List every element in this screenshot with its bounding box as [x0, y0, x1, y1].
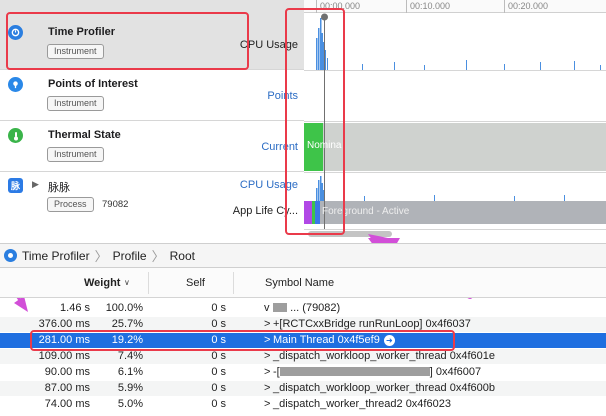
instrument-badge: Instrument: [47, 147, 104, 162]
table-row[interactable]: 1.46 s 100.0% 0 s v ... (79082): [0, 301, 606, 316]
points-of-interest-icon: [8, 77, 23, 92]
weight-ms: 376.00 ms: [38, 318, 90, 330]
weight-ms: 281.00 ms: [38, 334, 90, 346]
instrument-badge: Instrument: [47, 96, 104, 111]
weight-ms: 74.00 ms: [44, 398, 90, 410]
disclosure-icon[interactable]: >: [264, 365, 273, 380]
self-time: 0 s: [211, 350, 226, 362]
symbol-name: +[RCTCxxBridge runRunLoop] 0x4f6037: [273, 318, 471, 330]
weight-percent: 6.1%: [117, 366, 143, 378]
table-row[interactable]: 87.00 ms 5.9% 0 s > _dispatch_workloop_wo…: [0, 381, 606, 396]
symbol-name: _dispatch_worker_thread2 0x4f6023: [273, 398, 451, 410]
sort-descending-icon: ∨: [124, 278, 130, 287]
symbol-name: _dispatch_workloop_worker_thread 0x4f600…: [273, 382, 495, 394]
weight-percent: 25.7%: [111, 318, 143, 330]
track-graphs: [304, 13, 606, 240]
weight-ms: 87.00 ms: [44, 382, 90, 394]
breadcrumb-item[interactable]: Root: [170, 249, 195, 263]
disclosure-icon[interactable]: >: [264, 317, 273, 332]
table-row[interactable]: 109.00 ms 7.4% 0 s > _dispatch_workloop_w…: [0, 349, 606, 364]
weight-ms: 109.00 ms: [38, 350, 90, 362]
lane-title: Time Profiler: [48, 26, 116, 38]
disclosure-icon[interactable]: v: [264, 301, 273, 316]
symbol-prefix: -[: [273, 366, 280, 378]
time-profiler-icon: [4, 249, 17, 262]
self-time: 0 s: [211, 382, 226, 394]
track-label-cpu-usage: CPU Usage: [239, 39, 298, 51]
thermal-state-icon: [8, 128, 23, 143]
timeline-scrollbar: [308, 231, 392, 237]
weight-percent: 19.2%: [111, 334, 143, 346]
self-time: 0 s: [211, 318, 226, 330]
table-row-selected[interactable]: 281.00 ms 19.2% 0 s > Main Thread 0x4f5ef…: [0, 333, 606, 348]
process-badge: Process: [47, 197, 94, 212]
instrument-badge: Instrument: [47, 44, 104, 59]
weight-percent: 5.9%: [117, 382, 143, 394]
symbol-name: _dispatch_workloop_worker_thread 0x4f601…: [273, 350, 495, 362]
weight-percent: 7.4%: [117, 350, 143, 362]
lane-title: Points of Interest: [48, 78, 138, 90]
disclosure-icon[interactable]: >: [264, 397, 273, 412]
table-row[interactable]: 376.00 ms 25.7% 0 s > +[RCTCxxBridge runR…: [0, 317, 606, 332]
chevron-right-icon: 〉: [151, 249, 165, 264]
timeline-graph-area[interactable]: 00:00.000 00:10.000 00:20.000 Nomina For…: [304, 0, 606, 240]
app-icon: 脉: [8, 178, 23, 193]
redacted-block: [273, 303, 287, 312]
track-label-cpu-usage[interactable]: CPU Usage: [240, 179, 298, 191]
column-header-self[interactable]: Self: [186, 277, 205, 289]
instruments-panel: Time Profiler Instrument CPU Usage Point…: [0, 0, 606, 240]
lane-title: 脉脉: [48, 182, 70, 194]
disclosure-icon[interactable]: >: [264, 333, 273, 348]
weight-percent: 5.0%: [117, 398, 143, 410]
disclosure-triangle-icon[interactable]: ▶: [32, 179, 39, 190]
focus-arrow-icon[interactable]: ➜: [383, 335, 395, 346]
symbol-name: ] 0x4f6007: [429, 366, 482, 378]
cpu-usage-graph: [316, 18, 601, 70]
breadcrumb: Time Profiler 〉 Profile 〉 Root: [0, 243, 606, 268]
self-time: 0 s: [211, 302, 226, 314]
disclosure-icon[interactable]: >: [264, 381, 273, 396]
symbol-name: ... (79082): [290, 302, 341, 314]
table-row[interactable]: 74.00 ms 5.0% 0 s > _dispatch_worker_thre…: [0, 397, 606, 412]
self-time: 0 s: [211, 398, 226, 410]
track-label-points[interactable]: Points: [267, 90, 298, 102]
table-header: Weight ∨ Self Symbol Name: [0, 268, 606, 298]
lane-header[interactable]: Thermal State Instrument Current: [0, 121, 304, 171]
table-row[interactable]: 90.00 ms 6.1% 0 s > -[ ] 0x4f6007: [0, 365, 606, 380]
track-label-app-lifecycle[interactable]: App Life Cy...: [233, 205, 298, 217]
self-time: 0 s: [211, 366, 226, 378]
disclosure-icon[interactable]: >: [264, 349, 273, 364]
self-time: 0 s: [211, 334, 226, 346]
column-header-symbol[interactable]: Symbol Name: [265, 277, 334, 289]
weight-ms: 90.00 ms: [44, 366, 90, 378]
chevron-right-icon: 〉: [94, 249, 108, 264]
lane-header[interactable]: Points of Interest Instrument Points: [0, 70, 304, 120]
breadcrumb-item[interactable]: Time Profiler: [22, 249, 90, 263]
weight-percent: 100.0%: [105, 302, 143, 314]
time-profiler-icon: [8, 25, 23, 40]
thermal-graph-label: Nomina: [307, 140, 342, 151]
lane-title: Thermal State: [48, 129, 121, 141]
weight-ms: 1.46 s: [60, 302, 90, 314]
track-label-current[interactable]: Current: [261, 141, 298, 153]
breadcrumb-item[interactable]: Profile: [113, 249, 147, 263]
process-id: 79082: [102, 199, 129, 210]
lane-header[interactable]: 脉 ▶ 脉脉 Process 79082 CPU Usage App Life …: [0, 172, 304, 229]
column-header-weight[interactable]: Weight: [84, 277, 120, 289]
call-tree-table: Weight ∨ Self Symbol Name 1.46 s 100.0% …: [0, 268, 606, 416]
symbol-name: Main Thread 0x4f5ef9: [273, 334, 380, 346]
lifecycle-graph-label: Foreground - Active: [322, 206, 410, 217]
redacted-block: [279, 367, 430, 376]
lane-header[interactable]: Time Profiler Instrument CPU Usage: [0, 0, 304, 69]
